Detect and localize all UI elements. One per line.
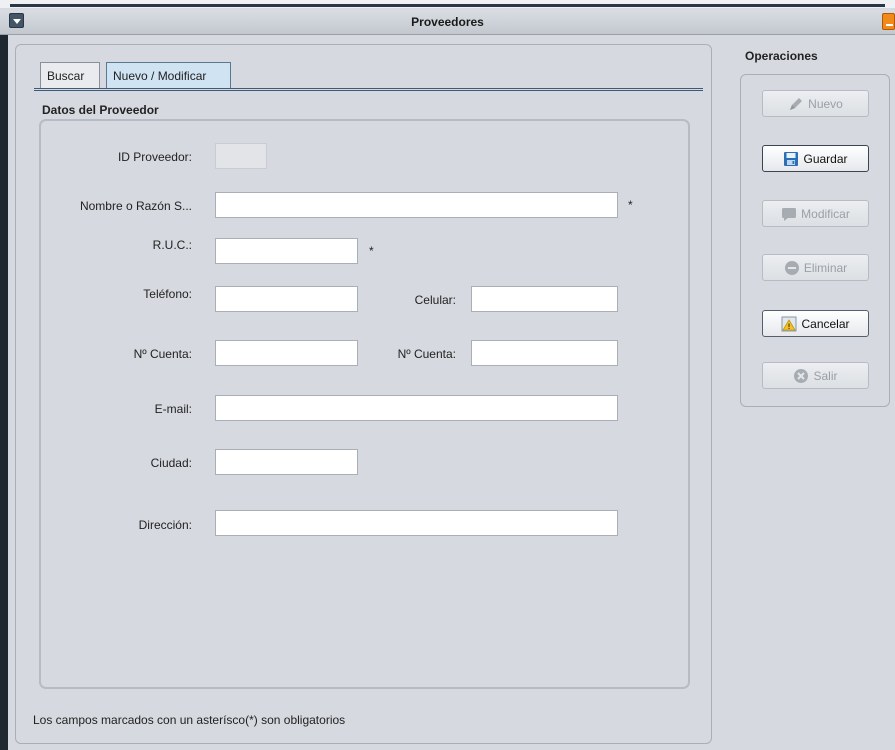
nuevo-button[interactable]: Nuevo: [762, 90, 869, 117]
cuenta-2-field[interactable]: [471, 340, 618, 366]
ruc-label: R.U.C.:: [152, 238, 192, 252]
ruc-field[interactable]: [215, 238, 358, 264]
eliminar-label: Eliminar: [803, 260, 848, 275]
salir-button[interactable]: Salir: [762, 362, 869, 389]
nuevo-label: Nuevo: [808, 96, 843, 111]
id-proveedor-field: [215, 143, 267, 169]
cuenta-2-label: Nº Cuenta:: [397, 347, 456, 361]
telefono-field[interactable]: [215, 286, 358, 312]
cuenta-1-field[interactable]: [215, 340, 358, 366]
eliminar-button[interactable]: Eliminar: [762, 254, 869, 281]
guardar-button[interactable]: Guardar: [762, 145, 869, 172]
cancelar-button[interactable]: Cancelar: [762, 310, 869, 337]
minimize-icon[interactable]: [882, 13, 895, 30]
window-title: Proveedores: [411, 15, 484, 29]
comment-icon: [781, 206, 797, 222]
email-label: E-mail:: [154, 402, 192, 416]
email-field[interactable]: [215, 395, 618, 421]
telefono-label: Teléfono:: [143, 287, 192, 301]
save-icon: [783, 151, 799, 167]
guardar-label: Guardar: [803, 151, 848, 166]
cancelar-label: Cancelar: [801, 316, 850, 331]
required-asterisk: *: [369, 244, 374, 258]
celular-field[interactable]: [471, 286, 618, 312]
tab-buscar[interactable]: Buscar: [40, 62, 100, 88]
modificar-label: Modificar: [801, 206, 850, 221]
direccion-field[interactable]: [215, 510, 618, 536]
title-bar[interactable]: Proveedores: [0, 10, 895, 35]
salir-label: Salir: [813, 368, 838, 383]
id-proveedor-label: ID Proveedor:: [117, 150, 192, 164]
ciudad-field[interactable]: [215, 449, 358, 475]
window-left-edge: [0, 35, 8, 750]
section-title: Datos del Proveedor: [42, 103, 159, 117]
required-asterisk: *: [628, 198, 633, 212]
tab-underline: [34, 88, 703, 91]
celular-label: Celular:: [414, 293, 456, 307]
cuenta-1-label: Nº Cuenta:: [133, 347, 192, 361]
required-fields-note: Los campos marcados con un asterísco(*) …: [33, 713, 346, 727]
close-circle-icon: [793, 368, 809, 384]
direccion-label: Dirección:: [138, 518, 192, 532]
minus-circle-icon: [784, 260, 800, 276]
pencil-icon: [788, 96, 804, 112]
nombre-field[interactable]: [215, 192, 618, 218]
modificar-button[interactable]: Modificar: [762, 200, 869, 227]
top-border: [0, 0, 895, 8]
ciudad-label: Ciudad:: [150, 456, 192, 470]
tab-nuevo-modificar[interactable]: Nuevo / Modificar: [106, 62, 231, 88]
operations-title: Operaciones: [745, 49, 818, 63]
operations-panel: [740, 74, 890, 407]
nombre-label: Nombre o Razón S...: [79, 199, 192, 213]
warning-icon: [781, 316, 797, 332]
